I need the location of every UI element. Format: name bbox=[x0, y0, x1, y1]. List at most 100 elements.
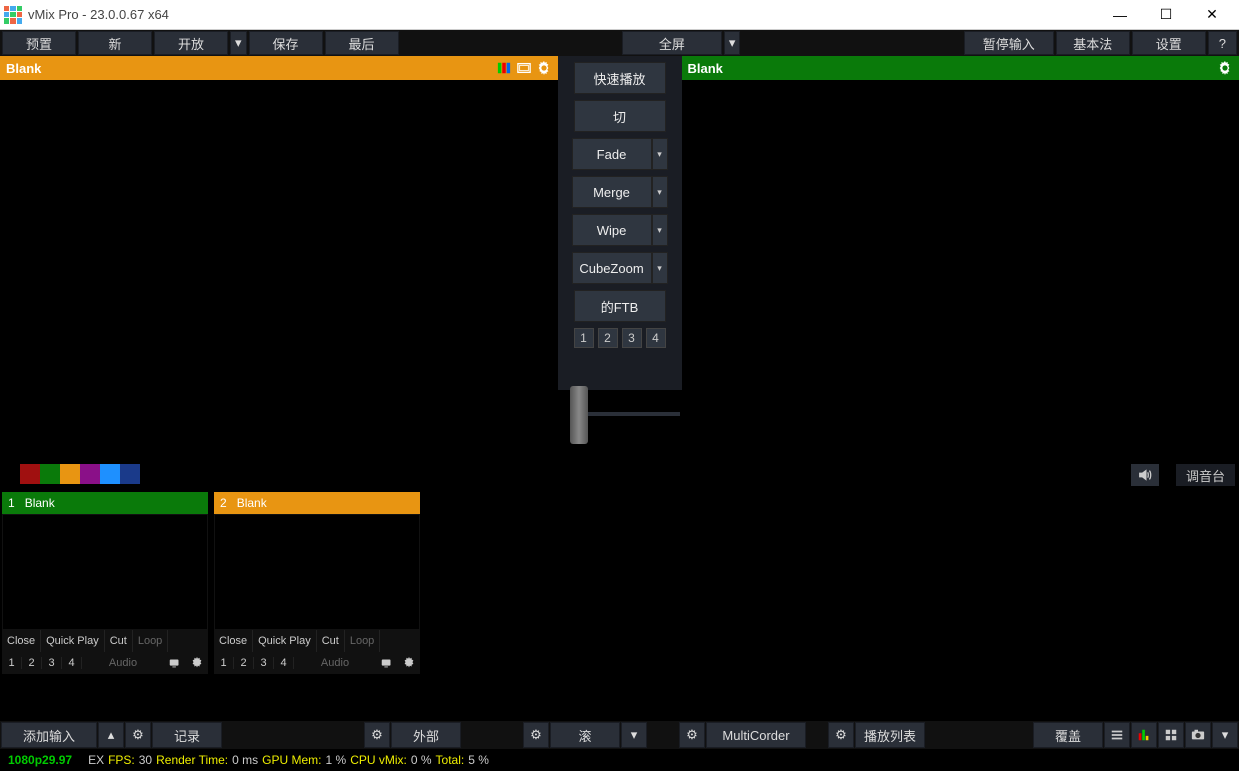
cubezoom-button[interactable]: CubeZoom bbox=[572, 252, 652, 284]
maximize-button[interactable]: ☐ bbox=[1143, 0, 1189, 30]
status-rendertime-value: 0 ms bbox=[232, 753, 258, 767]
wipe-button[interactable]: Wipe bbox=[572, 214, 652, 246]
input-2-thumbnail[interactable] bbox=[214, 514, 420, 630]
help-button[interactable]: ? bbox=[1208, 31, 1237, 55]
external-button[interactable]: 外部 bbox=[391, 722, 461, 748]
multicorder-button[interactable]: MultiCorder bbox=[706, 722, 806, 748]
merge-button[interactable]: Merge bbox=[572, 176, 652, 208]
record-gear-icon[interactable]: ⚙ bbox=[125, 722, 151, 748]
pause-inputs-button[interactable]: 暂停输入 bbox=[964, 31, 1054, 55]
add-input-button[interactable]: 添加输入 bbox=[1, 722, 97, 748]
add-input-dropdown[interactable]: ▴ bbox=[98, 722, 124, 748]
input-2-audio[interactable]: Audio bbox=[294, 657, 376, 669]
last-button[interactable]: 最后 bbox=[325, 31, 399, 55]
new-button[interactable]: 新 bbox=[78, 31, 152, 55]
input-1-cut[interactable]: Cut bbox=[105, 630, 133, 652]
preview-layout-icon[interactable] bbox=[516, 60, 532, 76]
category-blue[interactable] bbox=[120, 464, 140, 484]
camera-icon[interactable] bbox=[1185, 722, 1211, 748]
input-1-close[interactable]: Close bbox=[2, 630, 41, 652]
external-gear-icon[interactable]: ⚙ bbox=[364, 722, 390, 748]
category-green[interactable] bbox=[40, 464, 60, 484]
preview-label: Blank bbox=[6, 61, 41, 76]
input-2-preview-icon[interactable] bbox=[376, 656, 398, 670]
input-2-ovl-2[interactable]: 2 bbox=[234, 657, 254, 669]
preset-button[interactable]: 预置 bbox=[2, 31, 76, 55]
stream-button[interactable]: 滚 bbox=[550, 722, 620, 748]
input-2-cut[interactable]: Cut bbox=[317, 630, 345, 652]
input-1-ovl-3[interactable]: 3 bbox=[42, 657, 62, 669]
transition-panel: 快速播放 切 Fade▾ Merge▾ Wipe▾ CubeZoom▾ 的FTB… bbox=[558, 56, 682, 390]
minimize-button[interactable]: — bbox=[1097, 0, 1143, 30]
basic-button[interactable]: 基本法 bbox=[1056, 31, 1130, 55]
cubezoom-dropdown[interactable]: ▾ bbox=[652, 252, 668, 284]
input-1-quickplay[interactable]: Quick Play bbox=[41, 630, 105, 652]
overlay-1[interactable]: 1 bbox=[574, 328, 594, 348]
cut-button[interactable]: 切 bbox=[574, 100, 666, 132]
meters-icon[interactable] bbox=[1131, 722, 1157, 748]
overlay-button[interactable]: 覆盖 bbox=[1033, 722, 1103, 748]
bottom-dropdown[interactable]: ▾ bbox=[1212, 722, 1238, 748]
mixer-button[interactable]: 调音台 bbox=[1176, 464, 1235, 486]
preview-color-icon[interactable] bbox=[496, 60, 512, 76]
preview-gear-icon[interactable] bbox=[536, 60, 552, 76]
input-2-header[interactable]: 2Blank bbox=[214, 492, 420, 514]
stream-gear-icon[interactable]: ⚙ bbox=[523, 722, 549, 748]
inputs-row: 1Blank Close Quick Play Cut Loop 1 2 3 4… bbox=[2, 492, 420, 674]
category-lightblue[interactable] bbox=[100, 464, 120, 484]
input-1-ovl-1[interactable]: 1 bbox=[2, 657, 22, 669]
input-1-preview-icon[interactable] bbox=[164, 656, 186, 670]
category-red[interactable] bbox=[20, 464, 40, 484]
fullscreen-button[interactable]: 全屏 bbox=[622, 31, 722, 55]
save-button[interactable]: 保存 bbox=[249, 31, 323, 55]
category-tabs bbox=[20, 464, 140, 484]
merge-dropdown[interactable]: ▾ bbox=[652, 176, 668, 208]
category-purple[interactable] bbox=[80, 464, 100, 484]
program-video[interactable] bbox=[682, 80, 1239, 390]
record-button[interactable]: 记录 bbox=[152, 722, 222, 748]
fade-button[interactable]: Fade bbox=[572, 138, 652, 170]
close-window-button[interactable]: ✕ bbox=[1189, 0, 1235, 30]
input-2-quickplay[interactable]: Quick Play bbox=[253, 630, 317, 652]
input-2-ovl-1[interactable]: 1 bbox=[214, 657, 234, 669]
fullscreen-dropdown[interactable]: ▾ bbox=[724, 31, 741, 55]
status-gpumem-label: GPU Mem: bbox=[262, 753, 321, 767]
input-1-thumbnail[interactable] bbox=[2, 514, 208, 630]
fade-dropdown[interactable]: ▾ bbox=[652, 138, 668, 170]
wipe-dropdown[interactable]: ▾ bbox=[652, 214, 668, 246]
status-fps-value: 30 bbox=[139, 753, 152, 767]
t-bar-handle[interactable] bbox=[570, 386, 588, 444]
window-titlebar: vMix Pro - 23.0.0.67 x64 — ☐ ✕ bbox=[0, 0, 1239, 30]
input-1-gear-icon[interactable] bbox=[186, 656, 208, 670]
input-2-ovl-3[interactable]: 3 bbox=[254, 657, 274, 669]
grid-icon[interactable] bbox=[1158, 722, 1184, 748]
overlay-4[interactable]: 4 bbox=[646, 328, 666, 348]
multicorder-gear-icon[interactable]: ⚙ bbox=[679, 722, 705, 748]
playlist-button[interactable]: 播放列表 bbox=[855, 722, 925, 748]
category-orange[interactable] bbox=[60, 464, 80, 484]
input-2-ovl-4[interactable]: 4 bbox=[274, 657, 294, 669]
playlist-gear-icon[interactable]: ⚙ bbox=[828, 722, 854, 748]
overlay-3[interactable]: 3 bbox=[622, 328, 642, 348]
input-1-ovl-4[interactable]: 4 bbox=[62, 657, 82, 669]
settings-button[interactable]: 设置 bbox=[1132, 31, 1206, 55]
stream-dropdown[interactable]: ▾ bbox=[621, 722, 647, 748]
program-gear-icon[interactable] bbox=[1217, 60, 1233, 76]
input-1-loop[interactable]: Loop bbox=[133, 630, 168, 652]
open-button[interactable]: 开放 bbox=[154, 31, 228, 55]
overlay-2[interactable]: 2 bbox=[598, 328, 618, 348]
ftb-button[interactable]: 的FTB bbox=[574, 290, 666, 322]
open-dropdown[interactable]: ▾ bbox=[230, 31, 247, 55]
preview-video[interactable] bbox=[0, 80, 558, 390]
input-1-ovl-2[interactable]: 2 bbox=[22, 657, 42, 669]
audio-icon-button[interactable] bbox=[1131, 464, 1159, 486]
bottom-toolbar: 添加输入 ▴ ⚙ 记录 ⚙ 外部 ⚙ 滚 ▾ ⚙ MultiCorder ⚙ 播… bbox=[0, 721, 1239, 749]
list-icon[interactable] bbox=[1104, 722, 1130, 748]
quickplay-button[interactable]: 快速播放 bbox=[574, 62, 666, 94]
input-2-gear-icon[interactable] bbox=[398, 656, 420, 670]
main-area: Blank 快速播放 切 Fade▾ Merge▾ Wipe▾ CubeZoom… bbox=[0, 56, 1239, 390]
input-2-loop[interactable]: Loop bbox=[345, 630, 380, 652]
input-1-audio[interactable]: Audio bbox=[82, 657, 164, 669]
input-1-header[interactable]: 1Blank bbox=[2, 492, 208, 514]
input-2-close[interactable]: Close bbox=[214, 630, 253, 652]
